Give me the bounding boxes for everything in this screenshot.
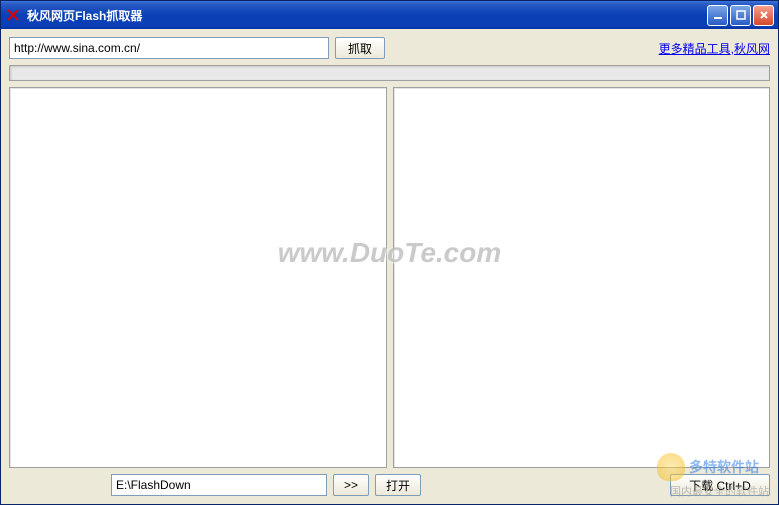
url-input[interactable] (9, 37, 329, 59)
path-input[interactable] (111, 474, 327, 496)
open-button[interactable]: 打开 (375, 474, 421, 496)
download-button[interactable]: 下载 Ctrl+D (670, 474, 770, 496)
preview-panel (393, 87, 771, 468)
app-icon (5, 7, 21, 23)
panels-container (9, 87, 770, 468)
url-row: 抓取 更多精品工具,秋风网 (9, 37, 770, 59)
maximize-button[interactable] (730, 5, 751, 26)
fetch-button[interactable]: 抓取 (335, 37, 385, 59)
client-area: 抓取 更多精品工具,秋风网 >> 打开 下载 Ctrl+D (1, 29, 778, 504)
app-window: 秋风网页Flash抓取器 抓取 更多精品工具,秋风网 > (0, 0, 779, 505)
browse-button[interactable]: >> (333, 474, 369, 496)
window-title: 秋风网页Flash抓取器 (25, 7, 707, 24)
minimize-button[interactable] (707, 5, 728, 26)
bottom-row: >> 打开 下载 Ctrl+D (9, 474, 770, 496)
window-controls (707, 5, 774, 26)
more-tools-link[interactable]: 更多精品工具,秋风网 (659, 40, 770, 57)
list-panel[interactable] (9, 87, 387, 468)
progress-bar (9, 65, 770, 81)
titlebar: 秋风网页Flash抓取器 (1, 1, 778, 29)
close-button[interactable] (753, 5, 774, 26)
